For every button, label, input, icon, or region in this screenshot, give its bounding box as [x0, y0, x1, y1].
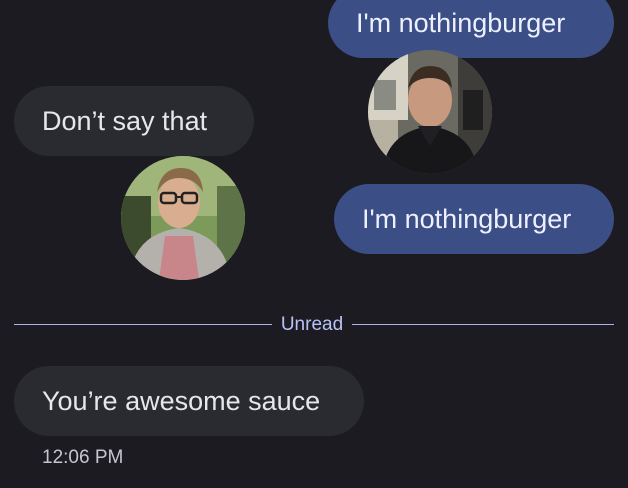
unread-label: Unread [280, 314, 344, 335]
message-bubble-incoming[interactable]: Don’t say that [14, 86, 254, 156]
divider-line [352, 324, 614, 325]
message-timestamp: 12:06 PM [42, 447, 124, 468]
message-text: I'm nothingburger [356, 8, 566, 38]
conversation-view: I'm nothingburger Don’t say that I'm not… [0, 0, 628, 488]
person-avatar-glasses-hoodie-icon [121, 156, 245, 280]
message-bubble-incoming[interactable]: You’re awesome sauce [14, 366, 364, 436]
message-text: You’re awesome sauce [42, 386, 321, 416]
person-avatar-dark-jacket-icon [368, 50, 492, 174]
message-bubble-outgoing[interactable]: I'm nothingburger [328, 0, 614, 58]
unread-divider: Unread [14, 314, 614, 336]
message-text: Don’t say that [42, 106, 208, 136]
message-text: I'm nothingburger [362, 204, 572, 234]
contact-avatar[interactable] [368, 50, 492, 174]
divider-line [14, 324, 272, 325]
contact-avatar[interactable] [121, 156, 245, 280]
message-bubble-outgoing[interactable]: I'm nothingburger [334, 184, 614, 254]
